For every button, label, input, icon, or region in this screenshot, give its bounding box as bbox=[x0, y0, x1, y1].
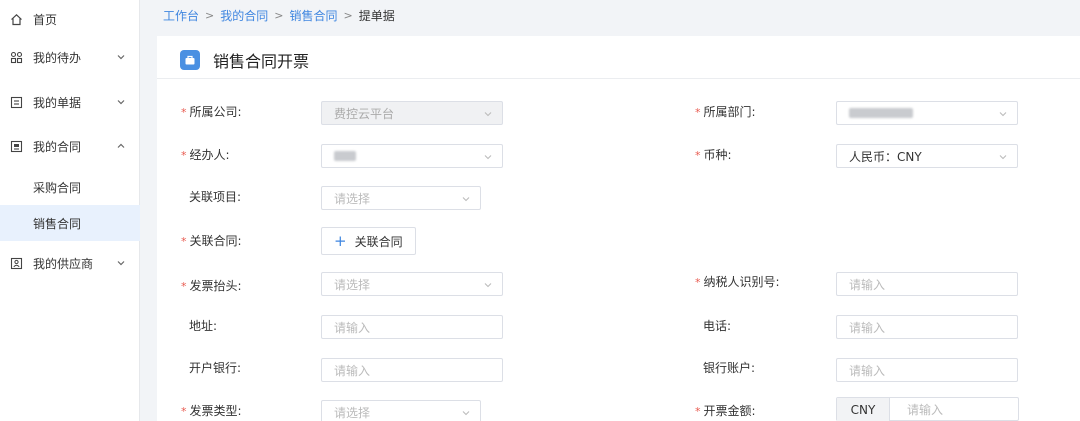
grid-icon bbox=[9, 50, 23, 64]
project-select[interactable]: 请选择 bbox=[321, 186, 481, 210]
sidebar-item-suppliers[interactable]: 我的供应商 bbox=[0, 244, 140, 282]
currency-select[interactable]: 人民币：CNY bbox=[836, 144, 1018, 168]
chevron-down-icon bbox=[999, 112, 1007, 117]
chevron-down-icon bbox=[484, 283, 492, 288]
supplier-icon bbox=[9, 256, 23, 270]
sidebar-subitem-sales-contract[interactable]: 销售合同 bbox=[0, 205, 140, 241]
form-card: 销售合同开票 * 所属公司: 费控云平台 * 所属部门: * 经办人: * 币种: 人民… bbox=[157, 36, 1080, 421]
project-label: 关联项目: bbox=[189, 190, 242, 204]
chevron-down-icon bbox=[484, 112, 492, 117]
breadcrumb-workbench[interactable]: 工作台 bbox=[163, 7, 199, 24]
page-title: 销售合同开票 bbox=[213, 52, 310, 71]
company-select[interactable]: 费控云平台 bbox=[321, 101, 503, 125]
company-label: * 所属公司: bbox=[181, 105, 242, 119]
sidebar-subitem-label: 采购合同 bbox=[33, 180, 82, 195]
chevron-down-icon bbox=[462, 411, 470, 416]
chevron-down-icon bbox=[462, 197, 470, 202]
handler-label: * 经办人: bbox=[181, 148, 230, 162]
contract-label: * 关联合同: bbox=[181, 234, 242, 248]
chevron-down-icon bbox=[999, 155, 1007, 160]
bank-label: 开户银行: bbox=[189, 361, 242, 375]
breadcrumb: 工作台 > 我的合同 > 销售合同 > 提单据 bbox=[140, 0, 1080, 30]
chevron-down-icon bbox=[484, 155, 492, 160]
breadcrumb-sales-contract[interactable]: 销售合同 bbox=[289, 7, 337, 24]
sidebar-item-label: 我的待办 bbox=[33, 50, 82, 65]
invoice-header-select[interactable]: 请选择 bbox=[321, 272, 503, 296]
breadcrumb-current: 提单据 bbox=[358, 8, 395, 23]
breadcrumb-separator: > bbox=[343, 8, 353, 22]
tax-id-input[interactable]: 请输入 bbox=[836, 272, 1018, 296]
briefcase-icon bbox=[180, 50, 200, 70]
account-input[interactable]: 请输入 bbox=[836, 358, 1018, 382]
plus-icon: + bbox=[334, 231, 347, 250]
breadcrumb-my-contracts[interactable]: 我的合同 bbox=[220, 7, 268, 24]
sidebar-item-label: 我的合同 bbox=[33, 139, 82, 154]
invoice-type-select[interactable]: 请选择 bbox=[321, 400, 481, 421]
link-contract-button[interactable]: + 关联合同 bbox=[321, 227, 416, 255]
invoice-header-label: * 发票抬头: bbox=[181, 279, 242, 293]
sidebar-item-contracts[interactable]: 我的合同 bbox=[0, 127, 140, 165]
sidebar: 首页 我的待办 我的单据 我的合同 采购合同 销售合同 我的供应商 bbox=[0, 0, 140, 421]
department-label: * 所属部门: bbox=[695, 105, 756, 119]
breadcrumb-separator: > bbox=[205, 8, 215, 22]
phone-label: 电话: bbox=[703, 319, 732, 333]
home-icon bbox=[9, 12, 23, 26]
sidebar-subitem-purchase-contract[interactable]: 采购合同 bbox=[0, 169, 140, 205]
handler-select[interactable] bbox=[321, 144, 503, 168]
amount-label: * 开票金额: bbox=[695, 404, 756, 418]
divider bbox=[157, 78, 1080, 79]
sidebar-item-todo[interactable]: 我的待办 bbox=[0, 38, 140, 76]
sidebar-item-documents[interactable]: 我的单据 bbox=[0, 83, 140, 121]
amount-input[interactable]: CNY 请输入 bbox=[836, 397, 1019, 421]
account-label: 银行账户: bbox=[703, 361, 756, 375]
chevron-down-icon bbox=[117, 100, 125, 105]
sidebar-subitem-label: 销售合同 bbox=[33, 216, 82, 231]
redacted-value bbox=[334, 151, 356, 161]
department-select[interactable] bbox=[836, 101, 1018, 125]
sidebar-item-label: 我的供应商 bbox=[33, 256, 94, 271]
invoice-type-label: * 发票类型: bbox=[181, 404, 242, 418]
document-icon bbox=[9, 95, 23, 109]
address-input[interactable]: 请输入 bbox=[321, 315, 503, 339]
chevron-down-icon bbox=[117, 55, 125, 60]
sidebar-item-label: 首页 bbox=[33, 12, 58, 27]
tax-id-label: * 纳税人识别号: bbox=[695, 275, 780, 289]
redacted-value bbox=[849, 108, 913, 118]
address-label: 地址: bbox=[189, 319, 218, 333]
breadcrumb-separator: > bbox=[274, 8, 284, 22]
phone-input[interactable]: 请输入 bbox=[836, 315, 1018, 339]
bank-input[interactable]: 请输入 bbox=[321, 358, 503, 382]
chevron-down-icon bbox=[117, 261, 125, 266]
currency-label: * 币种: bbox=[695, 148, 732, 162]
contract-icon bbox=[9, 139, 23, 153]
currency-prefix: CNY bbox=[837, 398, 890, 421]
sidebar-item-home[interactable]: 首页 bbox=[0, 0, 140, 38]
sidebar-item-label: 我的单据 bbox=[33, 95, 82, 110]
chevron-up-icon bbox=[117, 143, 125, 148]
